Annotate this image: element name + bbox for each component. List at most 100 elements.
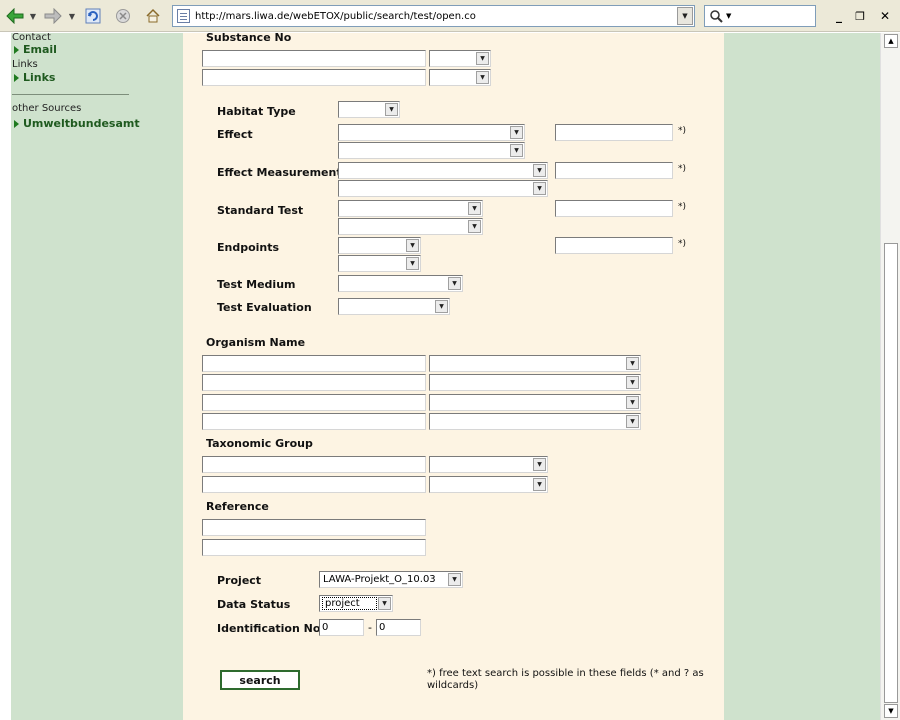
chevron-down-icon[interactable]: ▼ [468, 220, 481, 233]
endpoints-select-1[interactable]: ▼ [338, 237, 421, 254]
project-selected-value: LAWA-Projekt_O_10.03 [323, 574, 436, 585]
address-url[interactable]: http://mars.liwa.de/webETOX/public/searc… [195, 11, 677, 22]
reference-input-1[interactable] [202, 519, 426, 536]
test-medium-select[interactable]: ▼ [338, 275, 463, 292]
organism-name-select-3[interactable]: ▼ [429, 394, 641, 411]
browser-search-box[interactable]: ▼ [704, 5, 816, 27]
scroll-up-icon[interactable]: ▲ [884, 34, 898, 48]
chevron-down-icon[interactable]: ▼ [533, 458, 546, 471]
chevron-down-icon[interactable]: ▼ [476, 52, 489, 65]
project-select[interactable]: LAWA-Projekt_O_10.03 ▼ [319, 571, 463, 588]
standard-test-select-2[interactable]: ▼ [338, 218, 483, 235]
forward-dropdown-icon[interactable]: ▼ [67, 6, 77, 26]
identification-no-from-input[interactable]: 0 [319, 619, 364, 636]
effect-free-text-input[interactable] [555, 124, 673, 141]
minimize-button[interactable]: _ [830, 7, 848, 25]
scrollbar-thumb[interactable] [884, 243, 898, 703]
back-arrow-icon[interactable] [4, 6, 26, 26]
chevron-down-icon[interactable]: ▼ [378, 597, 391, 610]
effect-select-2[interactable]: ▼ [338, 142, 525, 159]
chevron-down-icon[interactable]: ▼ [448, 573, 461, 586]
chevron-down-icon[interactable]: ▼ [626, 376, 639, 389]
taxonomic-group-select-2[interactable]: ▼ [429, 476, 548, 493]
data-status-selected-value: project [322, 597, 377, 610]
search-button[interactable]: search [220, 670, 300, 690]
taxonomic-group-select-1[interactable]: ▼ [429, 456, 548, 473]
organism-name-input-4[interactable] [202, 413, 426, 430]
chevron-down-icon[interactable]: ▼ [406, 257, 419, 270]
refresh-icon[interactable] [83, 6, 103, 26]
endpoints-select-2[interactable]: ▼ [338, 255, 421, 272]
standard-test-select-1[interactable]: ▼ [338, 200, 483, 217]
chevron-down-icon[interactable]: ▼ [385, 103, 398, 116]
chevron-down-icon[interactable]: ▼ [476, 71, 489, 84]
address-dropdown-icon[interactable]: ▼ [677, 7, 693, 25]
chevron-down-icon[interactable]: ▼ [510, 126, 523, 139]
habitat-type-select[interactable]: ▼ [338, 101, 400, 118]
data-status-select[interactable]: project ▼ [319, 595, 393, 612]
back-dropdown-icon[interactable]: ▼ [28, 6, 38, 26]
forward-arrow-icon[interactable] [42, 6, 64, 26]
chevron-down-icon[interactable]: ▼ [468, 202, 481, 215]
organism-name-select-2[interactable]: ▼ [429, 374, 641, 391]
vertical-scrollbar[interactable]: ▲ ▼ [880, 33, 900, 720]
chevron-down-icon[interactable]: ▼ [626, 415, 639, 428]
chevron-down-icon[interactable]: ▼ [533, 182, 546, 195]
links-link[interactable]: Links [14, 71, 55, 84]
standard-test-free-text-input[interactable] [555, 200, 673, 217]
browser-toolbar: ▼ ▼ http://mars.liwa.de/webETOX/public/s… [0, 0, 900, 32]
scroll-down-icon[interactable]: ▼ [884, 704, 898, 718]
right-panel [724, 33, 880, 720]
chevron-down-icon[interactable]: ▼ [510, 144, 523, 157]
search-dropdown-icon[interactable]: ▼ [726, 12, 731, 20]
email-link-label[interactable]: Email [23, 43, 57, 56]
effect-select-1[interactable]: ▼ [338, 124, 525, 141]
endpoints-free-text-input[interactable] [555, 237, 673, 254]
links-link-label[interactable]: Links [23, 71, 55, 84]
organism-name-select-1[interactable]: ▼ [429, 355, 641, 372]
effect-measurement-label: Effect Measurement [217, 166, 342, 179]
taxonomic-group-input-2[interactable] [202, 476, 426, 493]
email-link[interactable]: Email [14, 43, 57, 56]
substance-no-input-1[interactable] [202, 50, 426, 67]
left-margin [0, 33, 11, 720]
home-icon[interactable] [143, 6, 163, 26]
standard-test-label: Standard Test [217, 204, 304, 217]
identification-no-separator: - [368, 621, 372, 634]
substance-no-operator-1[interactable]: ▼ [429, 50, 491, 67]
free-text-marker: *) [678, 239, 687, 249]
substance-no-input-2[interactable] [202, 69, 426, 86]
close-button[interactable]: ✕ [876, 7, 894, 25]
umweltbundesamt-link-label[interactable]: Umweltbundesamt [23, 117, 140, 130]
chevron-down-icon[interactable]: ▼ [626, 396, 639, 409]
free-text-marker: *) [678, 202, 687, 212]
address-bar[interactable]: http://mars.liwa.de/webETOX/public/searc… [172, 5, 695, 27]
chevron-down-icon[interactable]: ▼ [533, 478, 546, 491]
data-status-label: Data Status [217, 598, 291, 611]
organism-name-input-3[interactable] [202, 394, 426, 411]
endpoints-label: Endpoints [217, 241, 280, 254]
effect-measurement-select-1[interactable]: ▼ [338, 162, 548, 179]
reference-input-2[interactable] [202, 539, 426, 556]
chevron-down-icon[interactable]: ▼ [533, 164, 546, 177]
organism-name-input-2[interactable] [202, 374, 426, 391]
chevron-down-icon[interactable]: ▼ [406, 239, 419, 252]
chevron-down-icon[interactable]: ▼ [435, 300, 448, 313]
umweltbundesamt-link[interactable]: Umweltbundesamt [14, 117, 140, 130]
organism-name-select-4[interactable]: ▼ [429, 413, 641, 430]
chevron-down-icon[interactable]: ▼ [626, 357, 639, 370]
chevron-down-icon[interactable]: ▼ [448, 277, 461, 290]
stop-icon[interactable] [113, 6, 133, 26]
identification-no-to-input[interactable]: 0 [376, 619, 421, 636]
taxonomic-group-input-1[interactable] [202, 456, 426, 473]
restore-button[interactable]: ❐ [851, 7, 869, 25]
effect-label: Effect [217, 128, 253, 141]
taxonomic-group-label: Taxonomic Group [206, 437, 313, 450]
habitat-type-label: Habitat Type [217, 105, 296, 118]
substance-no-operator-2[interactable]: ▼ [429, 69, 491, 86]
organism-name-input-1[interactable] [202, 355, 426, 372]
effect-measurement-select-2[interactable]: ▼ [338, 180, 548, 197]
effect-measurement-free-text-input[interactable] [555, 162, 673, 179]
test-evaluation-select[interactable]: ▼ [338, 298, 450, 315]
triangle-right-icon [14, 73, 19, 82]
